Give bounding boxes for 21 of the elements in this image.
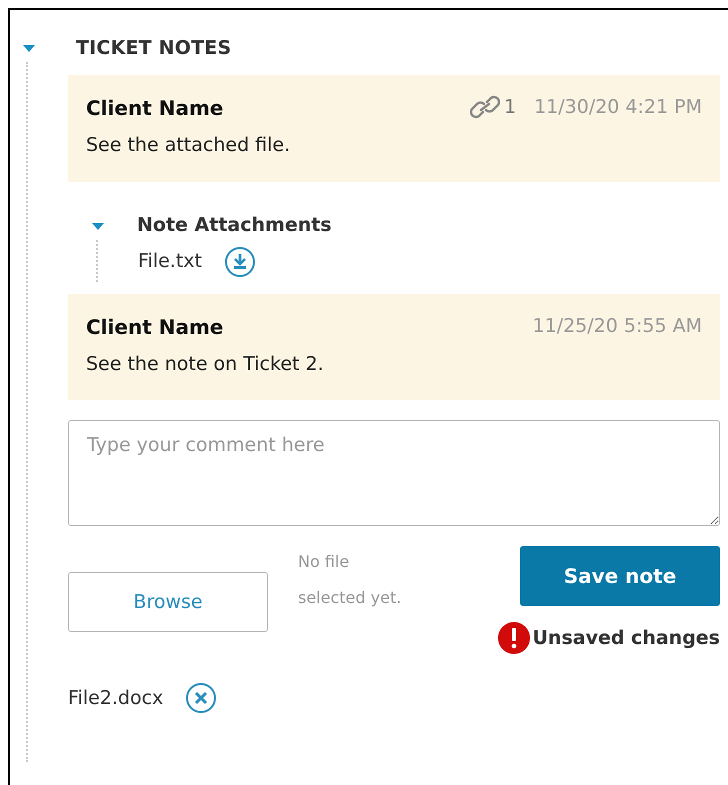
caret-icon[interactable] xyxy=(22,43,36,53)
file-name: File.txt xyxy=(138,249,202,274)
file-name: File2.docx xyxy=(68,686,164,711)
note-text: See the note on Ticket 2. xyxy=(86,352,325,376)
download-icon[interactable] xyxy=(224,246,256,278)
attachments-title: Note Attachments xyxy=(137,213,332,238)
warning-icon xyxy=(498,622,530,654)
note-author: Client Name xyxy=(86,314,224,340)
comment-field[interactable]: Type your comment here xyxy=(68,420,720,526)
browse-button[interactable]: Browse xyxy=(68,572,268,632)
note-time: 11/30/20 4:21 PM xyxy=(534,95,702,120)
caret-icon[interactable] xyxy=(91,220,105,230)
file-status: No file selected yet. xyxy=(298,551,402,609)
note-time: 11/25/20 5:55 AM xyxy=(532,314,702,338)
note-text: See the attached file. xyxy=(86,133,292,158)
attachment-count: 1 xyxy=(504,95,516,120)
save-button[interactable]: Save note xyxy=(520,546,720,606)
section-title: TICKET NOTES xyxy=(76,36,232,61)
note-author: Client Name xyxy=(86,95,224,122)
warning-text: Unsaved changes xyxy=(532,626,720,651)
remove-icon[interactable] xyxy=(185,682,218,714)
